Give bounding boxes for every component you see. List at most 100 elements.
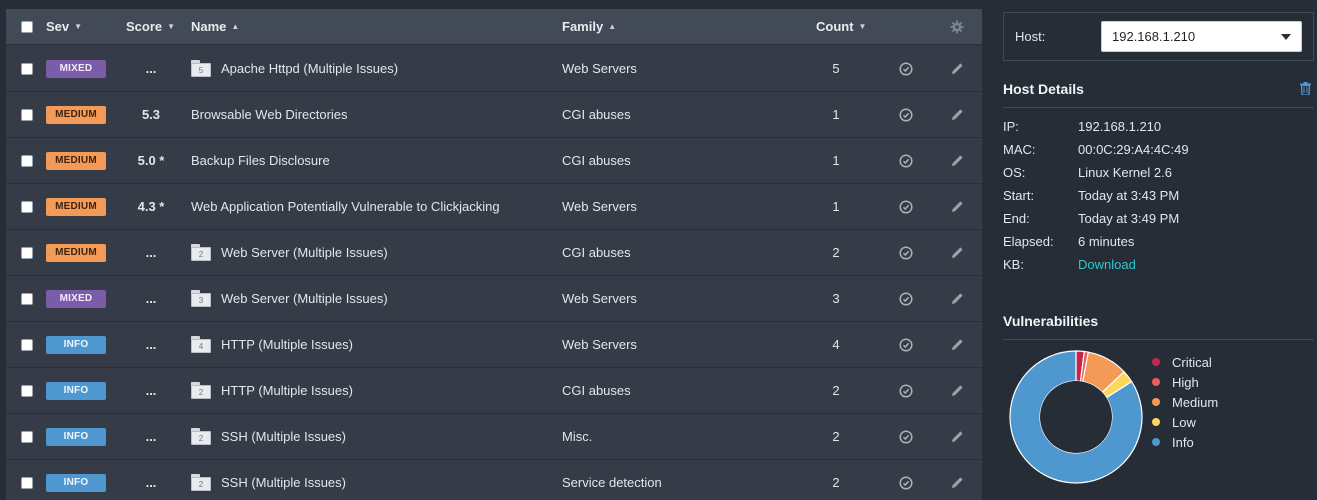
vulnerability-name[interactable]: HTTP (Multiple Issues) <box>221 337 353 352</box>
row-status-cell[interactable] <box>896 322 916 367</box>
pencil-icon[interactable] <box>951 246 964 259</box>
check-circle-icon[interactable] <box>899 337 913 352</box>
row-status-cell[interactable] <box>896 460 916 500</box>
name-cell[interactable]: 4 HTTP (Multiple Issues) <box>191 322 551 367</box>
row-status-cell[interactable] <box>896 230 916 275</box>
table-row[interactable]: INFO... 2 SSH (Multiple Issues) Misc. 2 <box>6 414 982 460</box>
name-cell[interactable]: 3 Web Server (Multiple Issues) <box>191 276 551 321</box>
column-settings[interactable] <box>946 9 968 44</box>
row-checkbox[interactable] <box>21 384 33 397</box>
name-cell[interactable]: 2 SSH (Multiple Issues) <box>191 460 551 500</box>
row-edit-cell[interactable] <box>946 414 968 459</box>
row-status-cell[interactable] <box>896 46 916 91</box>
header-name[interactable]: Name ▲ <box>191 9 551 44</box>
row-edit-cell[interactable] <box>946 46 968 91</box>
kb-download-link[interactable]: Download <box>1078 257 1136 272</box>
header-count[interactable]: Count ▼ <box>816 9 896 44</box>
select-all-checkbox[interactable] <box>21 20 33 33</box>
pencil-icon[interactable] <box>951 476 964 489</box>
legend-item[interactable]: Low <box>1152 412 1218 432</box>
table-row[interactable]: MIXED... 3 Web Server (Multiple Issues) Web… <box>6 276 982 322</box>
check-circle-icon[interactable] <box>899 429 913 444</box>
row-checkbox[interactable] <box>21 430 33 443</box>
check-circle-icon[interactable] <box>899 291 913 306</box>
row-edit-cell[interactable] <box>946 276 968 321</box>
row-checkbox-cell[interactable] <box>21 276 35 321</box>
check-circle-icon[interactable] <box>899 383 913 398</box>
row-edit-cell[interactable] <box>946 230 968 275</box>
row-status-cell[interactable] <box>896 368 916 413</box>
name-cell[interactable]: Backup Files Disclosure <box>191 138 551 183</box>
row-edit-cell[interactable] <box>946 184 968 229</box>
name-cell[interactable]: Web Application Potentially Vulnerable t… <box>191 184 551 229</box>
header-score[interactable]: Score ▼ <box>126 9 196 44</box>
check-circle-icon[interactable] <box>899 245 913 260</box>
pencil-icon[interactable] <box>951 200 964 213</box>
row-checkbox-cell[interactable] <box>21 230 35 275</box>
row-checkbox-cell[interactable] <box>21 46 35 91</box>
row-edit-cell[interactable] <box>946 92 968 137</box>
name-cell[interactable]: 2 HTTP (Multiple Issues) <box>191 368 551 413</box>
row-edit-cell[interactable] <box>946 368 968 413</box>
pencil-icon[interactable] <box>951 384 964 397</box>
legend-item[interactable]: Medium <box>1152 392 1218 412</box>
legend-item[interactable]: High <box>1152 372 1218 392</box>
vulnerability-name[interactable]: Browsable Web Directories <box>191 107 348 122</box>
row-checkbox-cell[interactable] <box>21 460 35 500</box>
check-circle-icon[interactable] <box>899 61 913 76</box>
row-checkbox-cell[interactable] <box>21 368 35 413</box>
row-checkbox-cell[interactable] <box>21 184 35 229</box>
row-checkbox[interactable] <box>21 292 33 305</box>
legend-item[interactable]: Info <box>1152 432 1218 452</box>
pencil-icon[interactable] <box>951 154 964 167</box>
name-cell[interactable]: 2 Web Server (Multiple Issues) <box>191 230 551 275</box>
vulnerability-name[interactable]: Web Application Potentially Vulnerable t… <box>191 199 500 214</box>
pencil-icon[interactable] <box>951 338 964 351</box>
host-dropdown[interactable]: 192.168.1.210 <box>1101 21 1302 52</box>
vulnerability-name[interactable]: Web Server (Multiple Issues) <box>221 245 388 260</box>
pencil-icon[interactable] <box>951 108 964 121</box>
row-status-cell[interactable] <box>896 92 916 137</box>
trash-icon[interactable] <box>1300 82 1311 95</box>
pencil-icon[interactable] <box>951 292 964 305</box>
header-sev[interactable]: Sev ▼ <box>46 9 108 44</box>
check-circle-icon[interactable] <box>899 475 913 490</box>
vulnerability-name[interactable]: Backup Files Disclosure <box>191 153 330 168</box>
check-circle-icon[interactable] <box>899 107 913 122</box>
gear-icon[interactable] <box>950 19 964 34</box>
row-checkbox[interactable] <box>21 338 33 351</box>
row-checkbox[interactable] <box>21 62 33 75</box>
pencil-icon[interactable] <box>951 62 964 75</box>
vulnerability-name[interactable]: Apache Httpd (Multiple Issues) <box>221 61 398 76</box>
row-checkbox[interactable] <box>21 246 33 259</box>
check-circle-icon[interactable] <box>899 199 913 214</box>
legend-item[interactable]: Critical <box>1152 352 1218 372</box>
table-row[interactable]: MEDIUM 4.3 * Web Application Potentially V… <box>6 184 982 230</box>
check-circle-icon[interactable] <box>899 153 913 168</box>
row-status-cell[interactable] <box>896 138 916 183</box>
row-checkbox[interactable] <box>21 154 33 167</box>
vulnerability-name[interactable]: SSH (Multiple Issues) <box>221 429 346 444</box>
row-checkbox[interactable] <box>21 200 33 213</box>
row-checkbox-cell[interactable] <box>21 92 35 137</box>
row-status-cell[interactable] <box>896 276 916 321</box>
row-checkbox-cell[interactable] <box>21 138 35 183</box>
table-row[interactable]: MIXED... 5 Apache Httpd (Multiple Issues) W… <box>6 46 982 92</box>
name-cell[interactable]: Browsable Web Directories <box>191 92 551 137</box>
row-checkbox-cell[interactable] <box>21 414 35 459</box>
table-row[interactable]: INFO... 4 HTTP (Multiple Issues) Web Server… <box>6 322 982 368</box>
row-status-cell[interactable] <box>896 414 916 459</box>
vulnerability-name[interactable]: HTTP (Multiple Issues) <box>221 383 353 398</box>
table-row[interactable]: MEDIUM 5.0 * Backup Files Disclosure CGI ab… <box>6 138 982 184</box>
table-row[interactable]: INFO... 2 HTTP (Multiple Issues) CGI abuses… <box>6 368 982 414</box>
select-all-cell[interactable] <box>21 9 35 44</box>
row-edit-cell[interactable] <box>946 322 968 367</box>
table-row[interactable]: INFO... 2 SSH (Multiple Issues) Service det… <box>6 460 982 500</box>
header-family[interactable]: Family ▲ <box>562 9 792 44</box>
name-cell[interactable]: 5 Apache Httpd (Multiple Issues) <box>191 46 551 91</box>
table-row[interactable]: MEDIUM 5.3 Browsable Web Directories CGI ab… <box>6 92 982 138</box>
pencil-icon[interactable] <box>951 430 964 443</box>
row-checkbox[interactable] <box>21 108 33 121</box>
row-checkbox-cell[interactable] <box>21 322 35 367</box>
vulnerability-name[interactable]: SSH (Multiple Issues) <box>221 475 346 490</box>
